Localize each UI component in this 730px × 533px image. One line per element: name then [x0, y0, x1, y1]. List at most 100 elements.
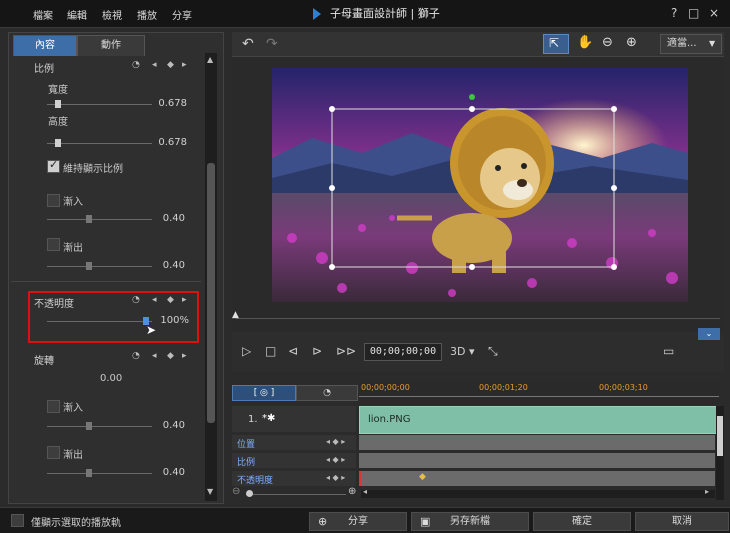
rotation-value[interactable]: 0.00 [100, 373, 122, 384]
scrub-bar[interactable] [236, 318, 720, 319]
height-value[interactable]: 0.678 [147, 137, 187, 148]
fade-out-thumb[interactable] [86, 262, 92, 270]
show-selected-checkbox[interactable] [11, 514, 24, 527]
position-keyframe-icons[interactable]: ◂ ◆ ▸ [326, 437, 345, 446]
panel-scrollbar[interactable]: ▲ ▼ [205, 53, 217, 501]
opacity-next-keyframe-icon[interactable]: ▸ [182, 295, 187, 305]
maximize-button[interactable]: □ [688, 6, 699, 20]
width-value[interactable]: 0.678 [147, 98, 187, 109]
fast-forward-icon[interactable]: ⊳⊳ [336, 344, 356, 358]
tab-properties[interactable]: 內容 [13, 35, 77, 56]
clip-lion[interactable]: lion.PNG [359, 406, 717, 434]
scroll-right-icon[interactable]: ▸ [705, 487, 709, 496]
scrub-marker-icon[interactable]: ▲ [232, 310, 239, 320]
rotation-fade-in-thumb[interactable] [86, 422, 92, 430]
opacity-reset-icon[interactable]: ◔ [132, 295, 140, 305]
scroll-thumb[interactable] [207, 163, 215, 423]
opacity-value[interactable]: 100% [149, 315, 189, 326]
rotation-fade-out-track[interactable] [47, 473, 152, 474]
menu-file[interactable]: 檔案 [33, 7, 53, 22]
rotation-fade-in-track[interactable] [47, 426, 152, 427]
rotation-fade-out-thumb[interactable] [86, 469, 92, 477]
rotation-prev-keyframe-icon[interactable]: ◂ [152, 351, 157, 361]
rotation-fade-in-value[interactable]: 0.40 [145, 420, 185, 431]
opacity-add-keyframe-icon[interactable]: ◆ [167, 295, 174, 305]
share-button[interactable]: ⊕ 分享 [309, 512, 407, 531]
next-frame-icon[interactable]: ⊳ [312, 344, 322, 358]
scroll-left-icon[interactable]: ◂ [363, 487, 367, 496]
zoom-in-icon[interactable]: ⊕ [626, 35, 637, 50]
time-ruler[interactable]: 00;00;00;00 00;00;01;20 00;00;03;10 [359, 382, 721, 404]
zoom-slider-thumb[interactable] [246, 490, 253, 497]
undo-icon[interactable]: ↶ [242, 36, 254, 52]
opacity-slider-track[interactable] [47, 321, 152, 322]
scale-keyframe-icons[interactable]: ◂ ◆ ▸ [326, 455, 345, 464]
zoom-in-timeline-icon[interactable]: ⊕ [348, 486, 356, 497]
expand-panel-icon[interactable]: ⌄ [698, 328, 720, 340]
rotation-add-keyframe-icon[interactable]: ◆ [167, 351, 174, 361]
help-button[interactable]: ? [671, 6, 677, 20]
zoom-fit-dropdown[interactable]: 適當... ▼ [660, 34, 722, 54]
reset-icon[interactable]: ◔ [132, 60, 140, 70]
zoom-out-icon[interactable]: ⊖ [602, 35, 613, 50]
keep-ratio-checkbox[interactable]: ✓ [47, 158, 60, 173]
fade-out-value[interactable]: 0.40 [145, 260, 185, 271]
scroll-up-icon[interactable]: ▲ [207, 55, 213, 64]
timeline-vscroll-thumb[interactable] [717, 416, 723, 456]
fade-in-value[interactable]: 0.40 [145, 213, 185, 224]
menu-view[interactable]: 檢視 [102, 7, 122, 22]
stop-icon[interactable]: □ [265, 344, 276, 358]
menu-edit[interactable]: 編輯 [67, 7, 87, 22]
zoom-out-timeline-icon[interactable]: ⊖ [232, 486, 240, 497]
height-slider-track[interactable] [47, 143, 152, 144]
timeline-zoom-slider[interactable]: ⊖ ⊕ [232, 486, 356, 499]
width-slider-track[interactable] [47, 104, 152, 105]
timeline-vscrollbar[interactable] [716, 406, 724, 500]
rotation-fade-in-checkbox[interactable] [47, 400, 60, 413]
add-keyframe-icon[interactable]: ◆ [167, 60, 174, 70]
close-button[interactable]: × [709, 6, 719, 20]
snapshot-icon[interactable]: ▭ [663, 344, 674, 358]
width-slider-thumb[interactable] [55, 100, 61, 108]
opacity-prev-keyframe-icon[interactable]: ◂ [152, 295, 157, 305]
fade-in-thumb[interactable] [86, 215, 92, 223]
fade-in-checkbox[interactable] [47, 194, 60, 207]
cancel-button[interactable]: 取消 [635, 512, 729, 531]
rotation-fade-out-checkbox[interactable] [47, 446, 60, 459]
fade-out-checkbox[interactable] [47, 238, 60, 251]
position-row-track[interactable] [359, 435, 715, 450]
scroll-down-icon[interactable]: ▼ [207, 487, 213, 496]
tab-motion[interactable]: 動作 [77, 35, 145, 56]
play-icon[interactable]: ▷ [242, 344, 251, 358]
playhead[interactable] [359, 471, 361, 486]
clock-icon[interactable]: ◔ [296, 385, 358, 401]
fade-in-track[interactable] [47, 219, 152, 220]
opacity-keyframe-icons[interactable]: ◂ ◆ ▸ [326, 473, 345, 482]
hand-tool-icon[interactable]: ✋ [577, 35, 593, 50]
next-keyframe-icon[interactable]: ▸ [182, 60, 187, 70]
prev-keyframe-icon[interactable]: ◂ [152, 60, 157, 70]
zoom-slider-track[interactable] [246, 494, 346, 495]
fullscreen-icon[interactable]: ⤡ [488, 344, 498, 359]
timeline-hscrollbar[interactable]: ◂ ▸ [361, 487, 715, 498]
opacity-row-track[interactable]: ◆ [359, 471, 715, 486]
timecode-display[interactable]: 00;00;00;00 [364, 343, 442, 361]
opacity-keyframe-diamond-icon[interactable]: ◆ [419, 472, 426, 482]
save-as-new-button[interactable]: ▣ 另存新檔 [411, 512, 529, 531]
3d-mode-dropdown[interactable]: 3D ▾ [450, 345, 475, 358]
select-tool-button[interactable]: ⇱ [543, 34, 569, 54]
menu-play[interactable]: 播放 [137, 7, 157, 22]
rotation-next-keyframe-icon[interactable]: ▸ [182, 351, 187, 361]
ok-button[interactable]: 確定 [533, 512, 631, 531]
previous-frame-icon[interactable]: ⊲ [288, 344, 298, 358]
rotate-handle[interactable] [469, 94, 475, 100]
height-slider-thumb[interactable] [55, 139, 61, 147]
fade-out-track[interactable] [47, 266, 152, 267]
redo-icon[interactable]: ↷ [266, 36, 278, 52]
track-view-button[interactable]: [ ◎ ] [232, 385, 296, 401]
scale-row-track[interactable] [359, 453, 715, 468]
rotation-reset-icon[interactable]: ◔ [132, 351, 140, 361]
rotation-fade-out-value[interactable]: 0.40 [145, 467, 185, 478]
menu-share[interactable]: 分享 [172, 7, 192, 22]
preview-canvas[interactable] [272, 68, 688, 302]
